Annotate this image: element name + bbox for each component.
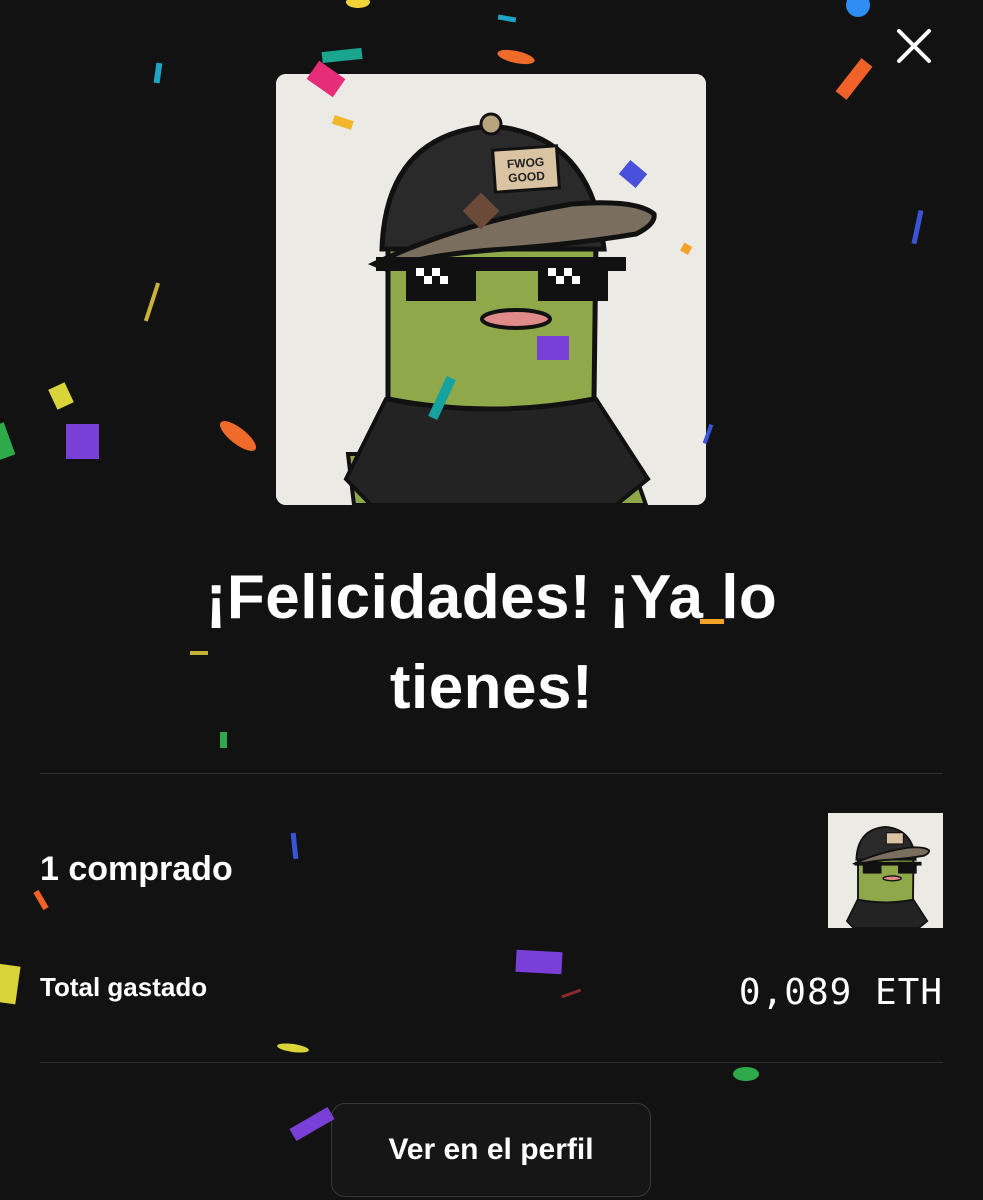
confetti-piece xyxy=(911,209,924,245)
confetti-piece xyxy=(0,422,16,460)
confetti-piece xyxy=(33,889,49,911)
success-headline: ¡Felicidades! ¡Ya lo tienes! xyxy=(205,563,778,722)
confetti-piece xyxy=(290,832,299,860)
cap-patch-line2: GOOD xyxy=(508,169,546,186)
confetti-piece xyxy=(48,382,74,410)
total-spent-label: Total gastado xyxy=(40,972,208,1002)
confetti-piece xyxy=(277,1043,309,1053)
divider xyxy=(40,773,943,774)
nft-image: FWOG GOOD xyxy=(276,74,706,505)
confetti-piece xyxy=(346,0,370,8)
confetti-piece xyxy=(153,62,163,84)
purchased-count-label: 1 comprado xyxy=(40,850,233,888)
confetti-piece xyxy=(143,282,161,322)
confetti-piece xyxy=(835,58,873,100)
confetti-piece xyxy=(219,421,257,451)
nft-thumbnail[interactable] xyxy=(828,813,943,928)
confetti-piece xyxy=(733,1067,759,1081)
confetti-piece xyxy=(497,14,517,23)
close-icon xyxy=(897,29,931,63)
view-in-profile-button[interactable]: Ver en el perfil xyxy=(331,1103,651,1197)
confetti-piece xyxy=(66,424,99,459)
frog-character-illustration: FWOG GOOD xyxy=(276,74,706,505)
confetti-piece xyxy=(497,49,535,65)
purchase-success-modal: FWOG GOOD ¡Felicidades! ¡Ya lo tienes! 1… xyxy=(0,0,983,1200)
confetti-piece xyxy=(321,47,363,64)
total-spent-value: 0,089 ETH xyxy=(738,972,943,1013)
confetti-piece xyxy=(0,963,21,1005)
confetti-piece xyxy=(561,988,582,999)
confetti-piece xyxy=(289,1106,335,1142)
frog-thumbnail-illustration xyxy=(828,813,943,928)
close-button[interactable] xyxy=(892,24,936,68)
confetti-piece xyxy=(515,949,563,975)
confetti-piece xyxy=(846,0,870,17)
confetti-piece xyxy=(220,732,227,748)
divider xyxy=(40,1062,943,1063)
